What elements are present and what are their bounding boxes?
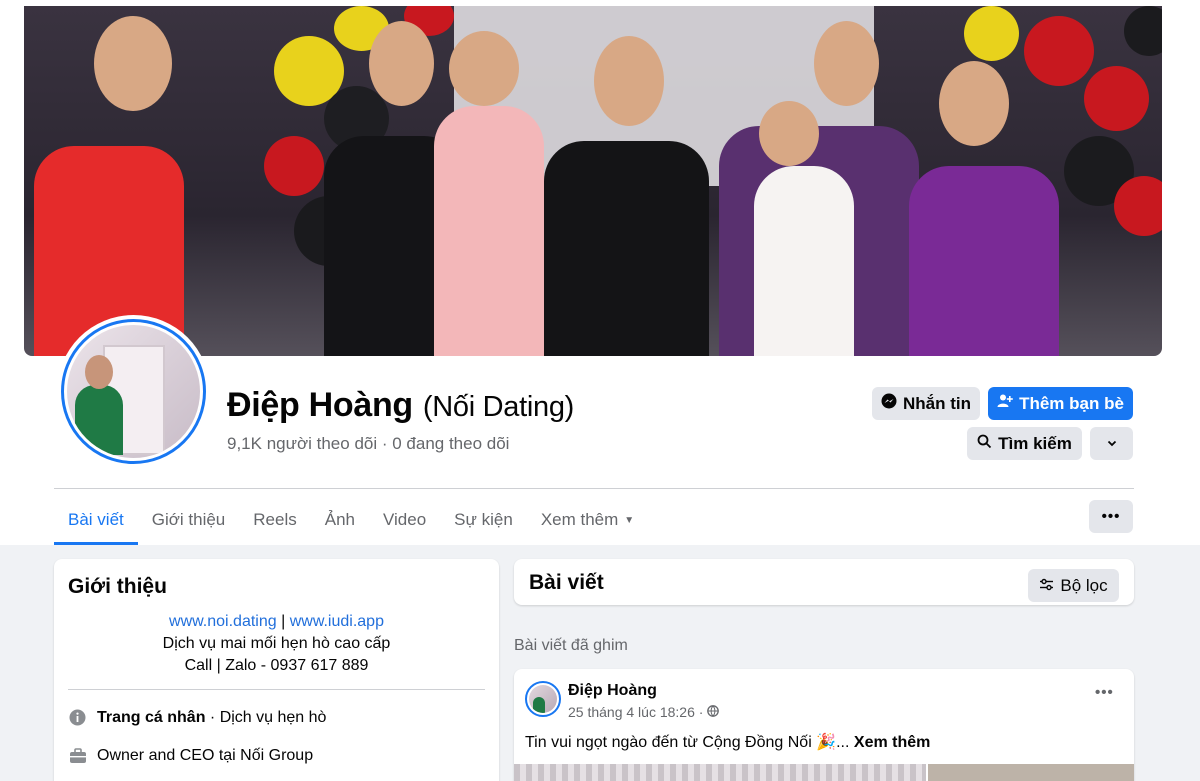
cover-person bbox=[754, 166, 854, 356]
cover-person-head bbox=[369, 21, 434, 106]
posts-title: Bài viết bbox=[529, 571, 604, 594]
globe-icon bbox=[707, 704, 720, 720]
avatar-person bbox=[75, 385, 123, 455]
filter-button-label: Bộ lọc bbox=[1060, 575, 1108, 595]
tab-label: Ảnh bbox=[324, 510, 355, 529]
tab-label: Reels bbox=[253, 510, 297, 529]
ellipsis-icon: ••• bbox=[1101, 508, 1121, 525]
post-author-name[interactable]: Điệp Hoàng bbox=[568, 682, 657, 700]
intro-title: Giới thiệu bbox=[68, 575, 167, 598]
message-button[interactable]: Nhắn tin bbox=[872, 387, 980, 420]
cover-person bbox=[909, 166, 1059, 356]
avatar-person-head bbox=[85, 355, 113, 389]
balloon-decoration bbox=[1024, 16, 1094, 86]
profile-tabs: Bài viết Giới thiệu Reels Ảnh Video Sự k… bbox=[54, 496, 648, 545]
filter-button[interactable]: Bộ lọc bbox=[1028, 569, 1119, 602]
cover-person-head bbox=[939, 61, 1009, 146]
messenger-icon bbox=[881, 393, 897, 414]
search-button-label: Tìm kiếm bbox=[998, 433, 1072, 453]
pinned-post-card: Điệp Hoàng 25 tháng 4 lúc 18:26 · ••• Ti… bbox=[514, 669, 1134, 781]
posts-header-card: Bài viết Bộ lọc bbox=[514, 559, 1134, 605]
post-avatar-photo bbox=[529, 685, 557, 713]
story-ring bbox=[61, 319, 206, 464]
intro-divider bbox=[68, 689, 485, 690]
profile-name: Điệp Hoàng (Nối Dating) bbox=[227, 386, 574, 425]
profile-more-button[interactable] bbox=[1090, 427, 1133, 460]
tab-reels[interactable]: Reels bbox=[239, 496, 310, 544]
work-text: Owner and CEO tại Nối Group bbox=[97, 746, 314, 764]
balloon-decoration bbox=[964, 6, 1019, 61]
add-friend-icon bbox=[997, 393, 1013, 414]
pinned-posts-label: Bài viết đã ghim bbox=[514, 637, 628, 654]
search-button[interactable]: Tìm kiếm bbox=[967, 427, 1082, 460]
chevron-down-icon bbox=[1106, 434, 1118, 454]
bio-separator: | bbox=[281, 613, 286, 630]
followers-count[interactable]: 9,1K người theo dõi · 0 đang theo dõi bbox=[227, 434, 509, 454]
cover-person-head bbox=[94, 16, 172, 111]
intro-card: Giới thiệu www.noi.dating | www.iudi.app… bbox=[54, 559, 499, 781]
tab-see-more[interactable]: Xem thêm ▼ bbox=[527, 496, 648, 544]
tab-videos[interactable]: Video bbox=[369, 496, 440, 544]
page-category-row: Trang cá nhân · Dịch vụ hẹn hò bbox=[68, 708, 326, 727]
profile-name-text: Điệp Hoàng bbox=[227, 386, 413, 424]
tab-photos[interactable]: Ảnh bbox=[311, 496, 369, 544]
post-image[interactable] bbox=[514, 764, 926, 781]
website-link-noi[interactable]: www.noi.dating bbox=[169, 613, 277, 630]
add-friend-button-label: Thêm bạn bè bbox=[1019, 393, 1124, 413]
page-type-label: Trang cá nhân bbox=[97, 708, 206, 726]
cover-person-head bbox=[449, 31, 519, 106]
tab-events[interactable]: Sự kiện bbox=[440, 496, 527, 544]
search-icon bbox=[977, 434, 992, 454]
page-category: · Dịch vụ hẹn hò bbox=[205, 708, 327, 726]
briefcase-icon bbox=[68, 746, 87, 765]
filter-sliders-icon bbox=[1039, 576, 1054, 596]
tab-label: Sự kiện bbox=[454, 510, 513, 529]
profile-avatar[interactable] bbox=[57, 315, 210, 468]
work-row: Owner and CEO tại Nối Group bbox=[68, 746, 313, 765]
bio-line: Dịch vụ mai mối hẹn hò cao cấp bbox=[162, 635, 391, 652]
bio-line: Call | Zalo - 0937 617 889 bbox=[184, 657, 369, 674]
cover-person bbox=[544, 141, 709, 356]
cover-person-head bbox=[759, 101, 819, 166]
tab-label: Video bbox=[382, 510, 427, 529]
post-avatar-person bbox=[533, 697, 545, 713]
post-body: Tin vui ngọt ngào đến từ Cộng Đồng Nối 🎉… bbox=[525, 734, 850, 751]
cover-person-head bbox=[594, 36, 664, 126]
post-author-avatar[interactable] bbox=[525, 681, 561, 717]
balloon-decoration bbox=[1084, 66, 1149, 131]
tab-about[interactable]: Giới thiệu bbox=[138, 496, 240, 544]
post-options-button[interactable]: ••• bbox=[1095, 684, 1114, 701]
tabs-more-options-button[interactable]: ••• bbox=[1089, 500, 1133, 533]
profile-alternate-name: (Nối Dating) bbox=[422, 391, 575, 423]
cover-photo[interactable] bbox=[24, 6, 1162, 356]
ellipsis-icon: ••• bbox=[1095, 684, 1114, 701]
post-time-text: 25 tháng 4 lúc 18:26 · bbox=[568, 704, 704, 720]
tab-label: Bài viết bbox=[68, 510, 124, 529]
info-icon bbox=[68, 708, 87, 727]
avatar-photo bbox=[67, 325, 200, 458]
bio-links: www.noi.dating | www.iudi.app bbox=[54, 611, 499, 633]
website-link-iudi[interactable]: www.iudi.app bbox=[290, 613, 384, 630]
see-more-link[interactable]: Xem thêm bbox=[854, 734, 930, 751]
cover-person bbox=[434, 106, 544, 356]
caret-down-icon: ▼ bbox=[624, 514, 635, 526]
post-text: Tin vui ngọt ngào đến từ Cộng Đồng Nối 🎉… bbox=[525, 732, 930, 752]
post-timestamp[interactable]: 25 tháng 4 lúc 18:26 · bbox=[568, 704, 720, 720]
tab-posts[interactable]: Bài viết bbox=[54, 496, 138, 545]
tab-label: Giới thiệu bbox=[151, 510, 226, 529]
add-friend-button[interactable]: Thêm bạn bè bbox=[988, 387, 1133, 420]
header-divider bbox=[54, 488, 1134, 489]
tab-label: Xem thêm bbox=[540, 510, 619, 529]
balloon-decoration bbox=[264, 136, 324, 196]
cover-person-head bbox=[814, 21, 879, 106]
balloon-decoration bbox=[1114, 176, 1162, 236]
message-button-label: Nhắn tin bbox=[903, 393, 971, 413]
post-image[interactable] bbox=[928, 764, 1134, 781]
balloon-decoration bbox=[1124, 6, 1162, 56]
